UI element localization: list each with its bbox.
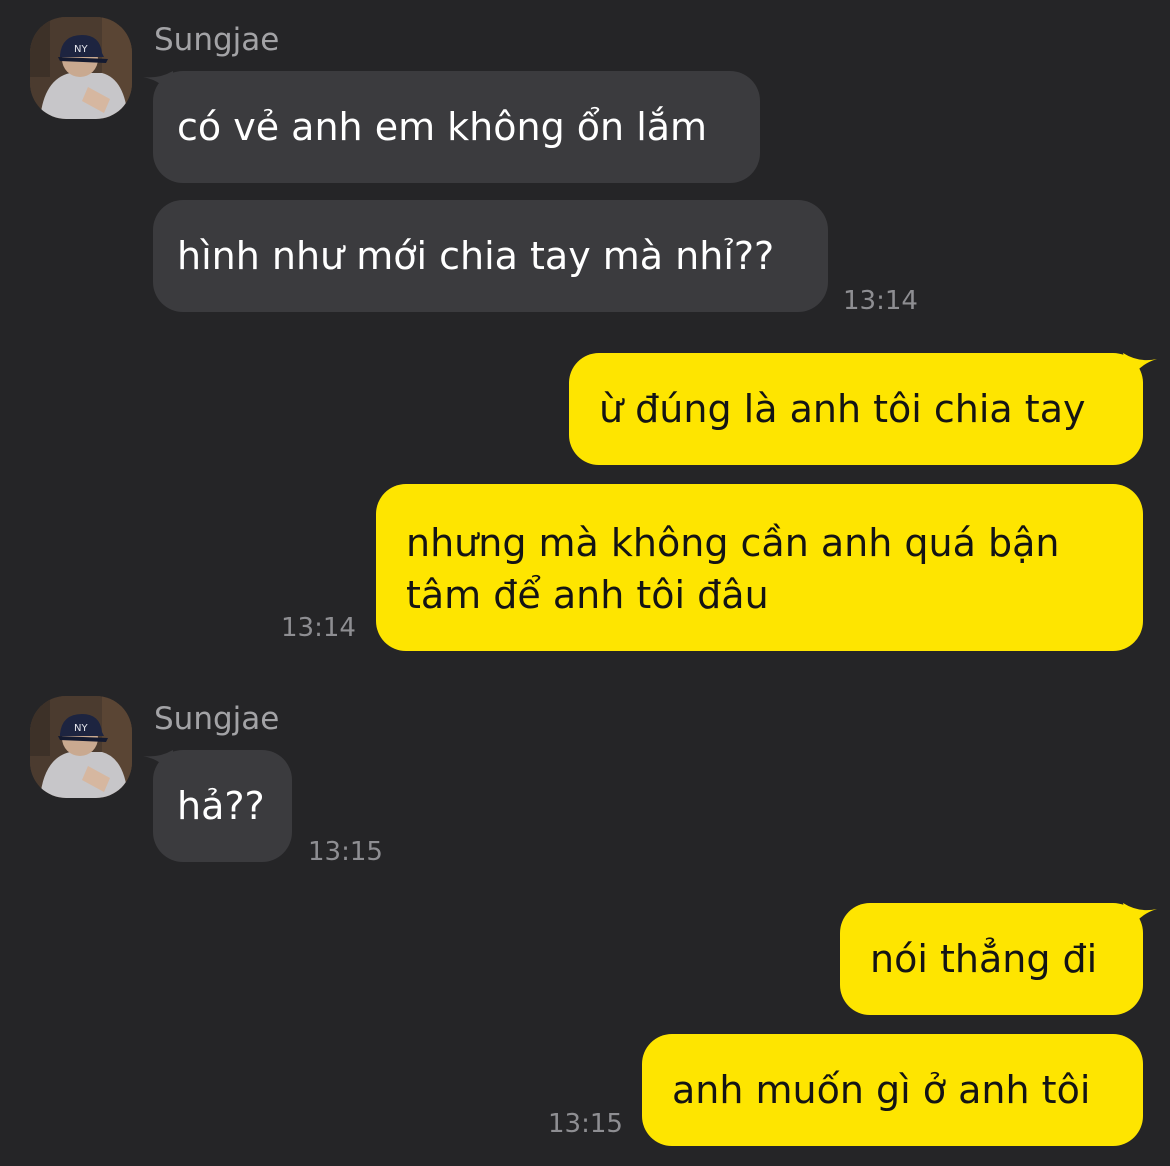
user-avatar-photo-icon: NY [30,17,132,119]
outgoing-message-bubble[interactable]: ừ đúng là anh tôi chia tay [569,353,1157,465]
message-text: có vẻ anh em không ổn lắm [177,105,708,149]
message-text: nói thẳng đi [870,937,1098,981]
svg-text:NY: NY [74,723,88,734]
bubble-tail-icon [1123,353,1157,383]
message-text-line: tâm để anh tôi đâu [406,573,769,617]
incoming-message-bubble[interactable]: hình như mới chia tay mà nhỉ?? [153,200,828,312]
message-timestamp: 13:14 [843,286,918,316]
message-text: hình như mới chia tay mà nhỉ?? [177,234,775,278]
message-text-line: nhưng mà không cần anh quá bận [406,521,1060,565]
incoming-message-bubble[interactable]: có vẻ anh em không ổn lắm [143,71,760,183]
sender-name: Sungjae [154,22,280,58]
message-timestamp: 13:14 [281,613,356,643]
incoming-message-bubble[interactable]: hả?? [143,750,292,862]
bubble-tail-icon [1123,903,1157,933]
message-text: hả?? [177,784,265,828]
user-avatar-photo-icon: NY [30,696,132,798]
chat-screen: { "colors": { "background": "#252527", "… [0,0,1170,1166]
sender-avatar[interactable]: NY [30,17,132,119]
sender-avatar[interactable]: NY [30,696,132,798]
outgoing-message-bubble[interactable]: nhưng mà không cần anh quá bận tâm để an… [376,484,1143,651]
outgoing-message-bubble[interactable]: anh muốn gì ở anh tôi [642,1034,1143,1146]
sender-name: Sungjae [154,701,280,737]
bubble-tail-icon [143,71,173,97]
message-text: anh muốn gì ở anh tôi [672,1068,1091,1112]
svg-text:NY: NY [74,44,88,55]
bubble-tail-icon [143,750,173,776]
message-text: ừ đúng là anh tôi chia tay [599,387,1086,431]
message-timestamp: 13:15 [308,837,383,867]
outgoing-message-bubble[interactable]: nói thẳng đi [840,903,1157,1015]
message-timestamp: 13:15 [548,1109,623,1139]
